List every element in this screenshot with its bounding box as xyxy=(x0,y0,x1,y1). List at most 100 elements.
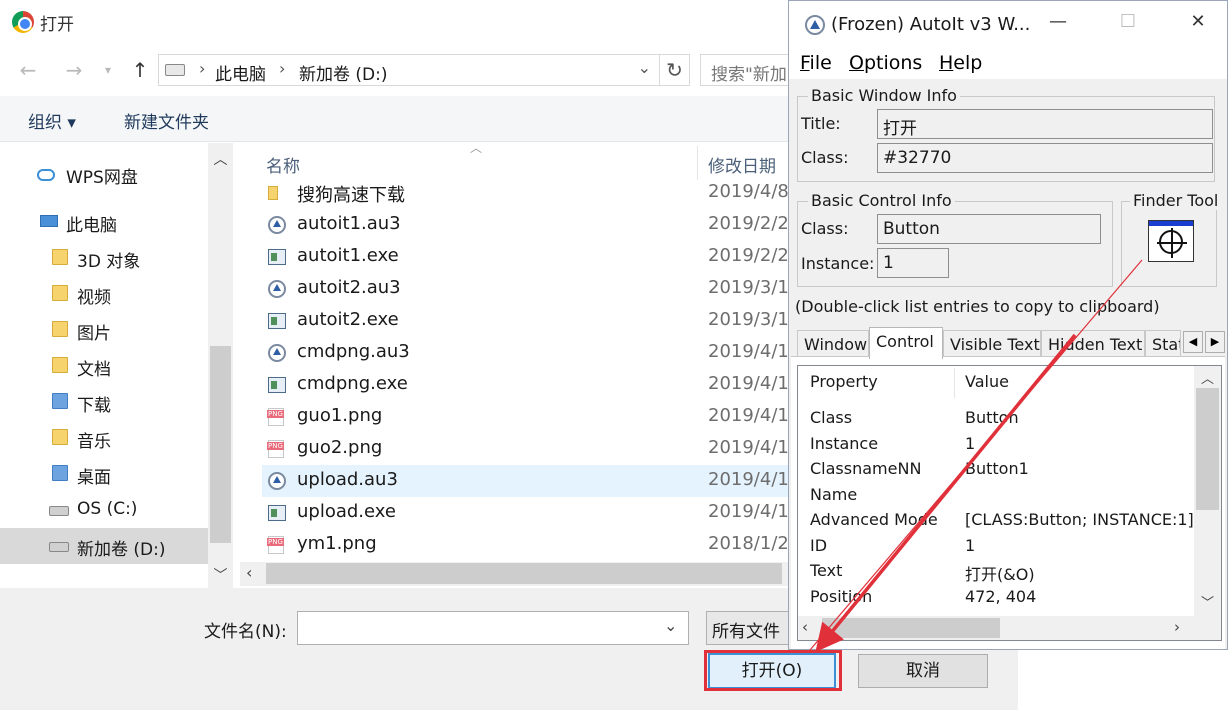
column-header-name[interactable]: 名称 xyxy=(266,152,300,177)
property-value: 1 xyxy=(965,535,976,555)
close-icon[interactable]: ✕ xyxy=(1183,11,1213,37)
property-row[interactable]: Text 打开(&O) xyxy=(810,559,1190,584)
menu-mnemonic: F xyxy=(800,52,810,74)
column-header-date[interactable]: 修改日期 xyxy=(708,152,776,177)
window-class-field[interactable]: #32770 xyxy=(877,143,1213,173)
file-type-label: 所有文件 xyxy=(712,622,780,642)
tab-statusbar[interactable]: StatusBar xyxy=(1145,330,1181,358)
menu-help[interactable]: Help xyxy=(939,52,982,74)
scroll-down-icon[interactable]: ﹀ xyxy=(208,565,233,585)
file-name: 搜狗高速下载 xyxy=(297,185,405,206)
nav-item-desktop[interactable]: 桌面 xyxy=(0,456,208,492)
scrollbar-thumb[interactable] xyxy=(822,618,1000,638)
computer-icon xyxy=(40,215,58,227)
tab-control[interactable]: Control xyxy=(869,327,943,359)
file-row[interactable]: autoit1.exe 2019/2/2 xyxy=(262,241,790,273)
refresh-icon[interactable]: ↻ xyxy=(660,54,690,86)
property-row[interactable]: Name xyxy=(810,483,1190,508)
nav-item-3d-objects[interactable]: 3D 对象 xyxy=(0,240,208,276)
finder-tool-crosshair-icon[interactable] xyxy=(1148,220,1194,262)
nav-item-videos[interactable]: 视频 xyxy=(0,276,208,312)
column-header-value[interactable]: Value xyxy=(965,372,1009,391)
up-arrow-icon[interactable]: ↑ xyxy=(126,56,154,84)
tab-hidden-text[interactable]: Hidden Text xyxy=(1041,330,1145,358)
menu-options[interactable]: Options xyxy=(849,52,922,74)
scrollbar-thumb[interactable] xyxy=(210,346,231,543)
search-placeholder: 搜索"新加 xyxy=(711,65,787,85)
back-arrow-icon[interactable]: ← xyxy=(14,56,42,84)
property-value: 1 xyxy=(965,433,976,453)
tab-scroll-right-icon[interactable]: ▶ xyxy=(1205,331,1225,353)
tab-visible-text[interactable]: Visible Text xyxy=(943,330,1041,358)
property-row[interactable]: ClassnameNN Button1 xyxy=(810,457,1190,482)
scroll-right-icon[interactable]: › xyxy=(1174,618,1180,636)
scroll-left-icon[interactable]: ‹ xyxy=(802,618,808,636)
filename-input[interactable] xyxy=(297,611,689,645)
scroll-left-icon[interactable]: ‹ xyxy=(246,563,252,582)
chevron-right-icon[interactable]: › xyxy=(279,59,285,78)
cancel-button[interactable]: 取消 xyxy=(858,654,988,688)
breadcrumb-this-pc[interactable]: 此电脑 xyxy=(215,60,266,85)
property-row[interactable]: ID 1 xyxy=(810,534,1190,559)
property-row[interactable]: Position 472, 404 xyxy=(810,585,1190,610)
column-divider[interactable] xyxy=(954,368,955,398)
scrollbar-thumb[interactable] xyxy=(266,563,782,584)
control-instance-field[interactable]: 1 xyxy=(877,248,949,278)
file-row[interactable]: cmdpng.au3 2019/4/1 xyxy=(262,337,790,369)
nav-item-drive-c[interactable]: OS (C:) xyxy=(0,492,208,528)
nav-item-documents[interactable]: 文档 xyxy=(0,348,208,384)
property-row[interactable]: Instance 1 xyxy=(810,432,1190,457)
minimize-icon[interactable]: — xyxy=(1043,11,1073,37)
file-row[interactable]: autoit2.exe 2019/3/1 xyxy=(262,305,790,337)
nav-item-this-pc[interactable]: 此电脑 xyxy=(0,204,208,240)
file-row[interactable]: 搜狗高速下载 2019/4/8 xyxy=(262,177,790,209)
property-key: Class xyxy=(810,408,853,427)
column-divider[interactable] xyxy=(697,146,698,180)
file-row[interactable]: upload.exe 2019/4/1 xyxy=(262,497,790,529)
autoit-script-icon xyxy=(268,216,286,234)
file-row[interactable]: guo2.png 2019/4/1 xyxy=(262,433,790,465)
folder-icon xyxy=(268,186,278,200)
file-row-selected[interactable]: upload.au3 2019/4/1 xyxy=(262,465,790,497)
organize-button[interactable]: 组织 ▾ xyxy=(28,108,76,133)
scroll-up-icon[interactable]: ︿ xyxy=(1194,368,1221,387)
maximize-icon[interactable]: ☐ xyxy=(1113,11,1143,37)
new-folder-button[interactable]: 新建文件夹 xyxy=(124,108,209,133)
file-row[interactable]: autoit1.au3 2019/2/2 xyxy=(262,209,790,241)
file-type-select[interactable]: 所有文件 xyxy=(706,611,800,645)
forward-arrow-icon[interactable]: → xyxy=(60,56,88,84)
file-row[interactable]: ym1.png 2018/1/2 xyxy=(262,529,790,561)
nav-item-wps-cloud[interactable]: WPS网盘 xyxy=(0,156,208,192)
nav-item-drive-d[interactable]: 新加卷 (D:) xyxy=(0,528,208,564)
group-label: Basic Window Info xyxy=(808,86,960,105)
breadcrumb-drive-d[interactable]: 新加卷 (D:) xyxy=(299,60,388,85)
scroll-up-icon[interactable]: ︿ xyxy=(208,149,233,169)
search-input[interactable]: 搜索"新加 xyxy=(700,54,800,86)
file-date: 2019/4/1 xyxy=(708,405,789,426)
window-title-field[interactable]: 打开 xyxy=(877,109,1213,139)
property-row[interactable]: Class Button xyxy=(810,406,1190,431)
tab-scroll-left-icon[interactable]: ◀ xyxy=(1183,331,1203,353)
nav-item-downloads[interactable]: 下载 xyxy=(0,384,208,420)
column-header-property[interactable]: Property xyxy=(810,372,878,391)
recent-locations-chevron-icon[interactable]: ▾ xyxy=(94,56,122,84)
address-bar[interactable]: › 此电脑 › 新加卷 (D:) ⌄ xyxy=(158,54,660,86)
chevron-down-icon[interactable]: ⌄ xyxy=(638,58,651,77)
menu-file[interactable]: File xyxy=(800,52,832,74)
chevron-down-icon[interactable]: ⌄ xyxy=(664,616,677,635)
file-row[interactable]: guo1.png 2019/4/1 xyxy=(262,401,790,433)
highlight-box xyxy=(704,650,842,691)
file-row[interactable]: cmdpng.exe 2019/4/1 xyxy=(262,369,790,401)
file-row[interactable]: autoit2.au3 2019/3/1 xyxy=(262,273,790,305)
chevron-right-icon[interactable]: › xyxy=(199,59,205,78)
file-name: upload.au3 xyxy=(297,469,398,490)
tab-window[interactable]: Window xyxy=(797,330,869,358)
scroll-down-icon[interactable]: ﹀ xyxy=(1194,592,1221,611)
nav-item-music[interactable]: 音乐 xyxy=(0,420,208,456)
scrollbar-thumb[interactable] xyxy=(1196,388,1219,510)
property-list[interactable]: Property Value Class Button Instance 1 C… xyxy=(797,365,1222,641)
control-class-field[interactable]: Button xyxy=(877,214,1101,244)
nav-item-pictures[interactable]: 图片 xyxy=(0,312,208,348)
class-label: Class: xyxy=(801,148,849,167)
property-row[interactable]: Advanced Mode [CLASS:Button; INSTANCE:1] xyxy=(810,508,1194,533)
